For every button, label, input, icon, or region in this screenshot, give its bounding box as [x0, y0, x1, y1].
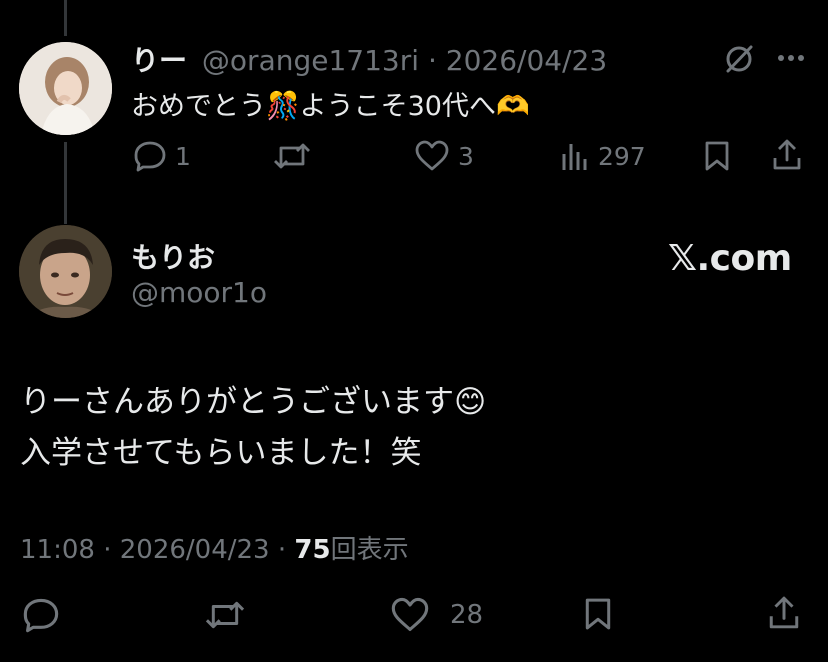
- meta-separator-1: ·: [103, 535, 112, 565]
- avatar-orange1713ri[interactable]: [19, 42, 112, 135]
- reply-reply-count: 1: [175, 141, 191, 171]
- main-like-button[interactable]: 28: [390, 597, 483, 633]
- reply-date[interactable]: 2026/04/23: [446, 44, 607, 77]
- avatar-moor1o[interactable]: [19, 225, 112, 318]
- reply-like-count: 3: [458, 141, 474, 171]
- reply-views-button[interactable]: 297: [560, 140, 646, 172]
- main-bookmark-button[interactable]: [583, 596, 613, 632]
- main-date[interactable]: 2026/04/23: [120, 535, 270, 565]
- main-reply-button[interactable]: [22, 597, 60, 633]
- main-share-button[interactable]: [767, 594, 801, 632]
- reply-separator: ·: [427, 44, 437, 77]
- main-like-count: 28: [450, 600, 484, 630]
- reply-share-button[interactable]: [771, 138, 803, 172]
- grok-icon[interactable]: [722, 42, 756, 76]
- thread-line-middle: [64, 142, 67, 224]
- thread-line-top: [64, 0, 67, 36]
- reply-repost-button[interactable]: [272, 140, 312, 172]
- more-options-icon[interactable]: [776, 48, 806, 68]
- x-brand-logo: 𝕏.com: [668, 238, 792, 279]
- reply-text: おめでとう🎊ようこそ30代へ🫶: [131, 91, 530, 122]
- reply-display-name[interactable]: りー: [131, 44, 187, 77]
- main-time[interactable]: 11:08: [20, 535, 95, 565]
- main-views-count: 75: [294, 535, 331, 565]
- main-text-line-2: 入学させてもらいました！笑: [20, 435, 422, 471]
- main-display-name[interactable]: もりお: [131, 236, 215, 276]
- main-meta: 11:08 · 2026/04/23 · 75回表示: [20, 529, 409, 566]
- main-views-label: 回表示: [330, 535, 409, 565]
- meta-separator-2: ·: [277, 535, 287, 565]
- main-handle[interactable]: @moor1o: [131, 276, 267, 309]
- reply-bookmark-button[interactable]: [703, 140, 731, 172]
- reply-reply-button[interactable]: 1: [133, 140, 191, 172]
- main-repost-button[interactable]: [203, 598, 247, 632]
- reply-views-count: 297: [598, 141, 646, 171]
- main-text-line-1: りーさんありがとうございます😊: [20, 384, 487, 420]
- reply-like-button[interactable]: 3: [414, 140, 474, 172]
- reply-handle[interactable]: @orange1713ri: [202, 44, 419, 77]
